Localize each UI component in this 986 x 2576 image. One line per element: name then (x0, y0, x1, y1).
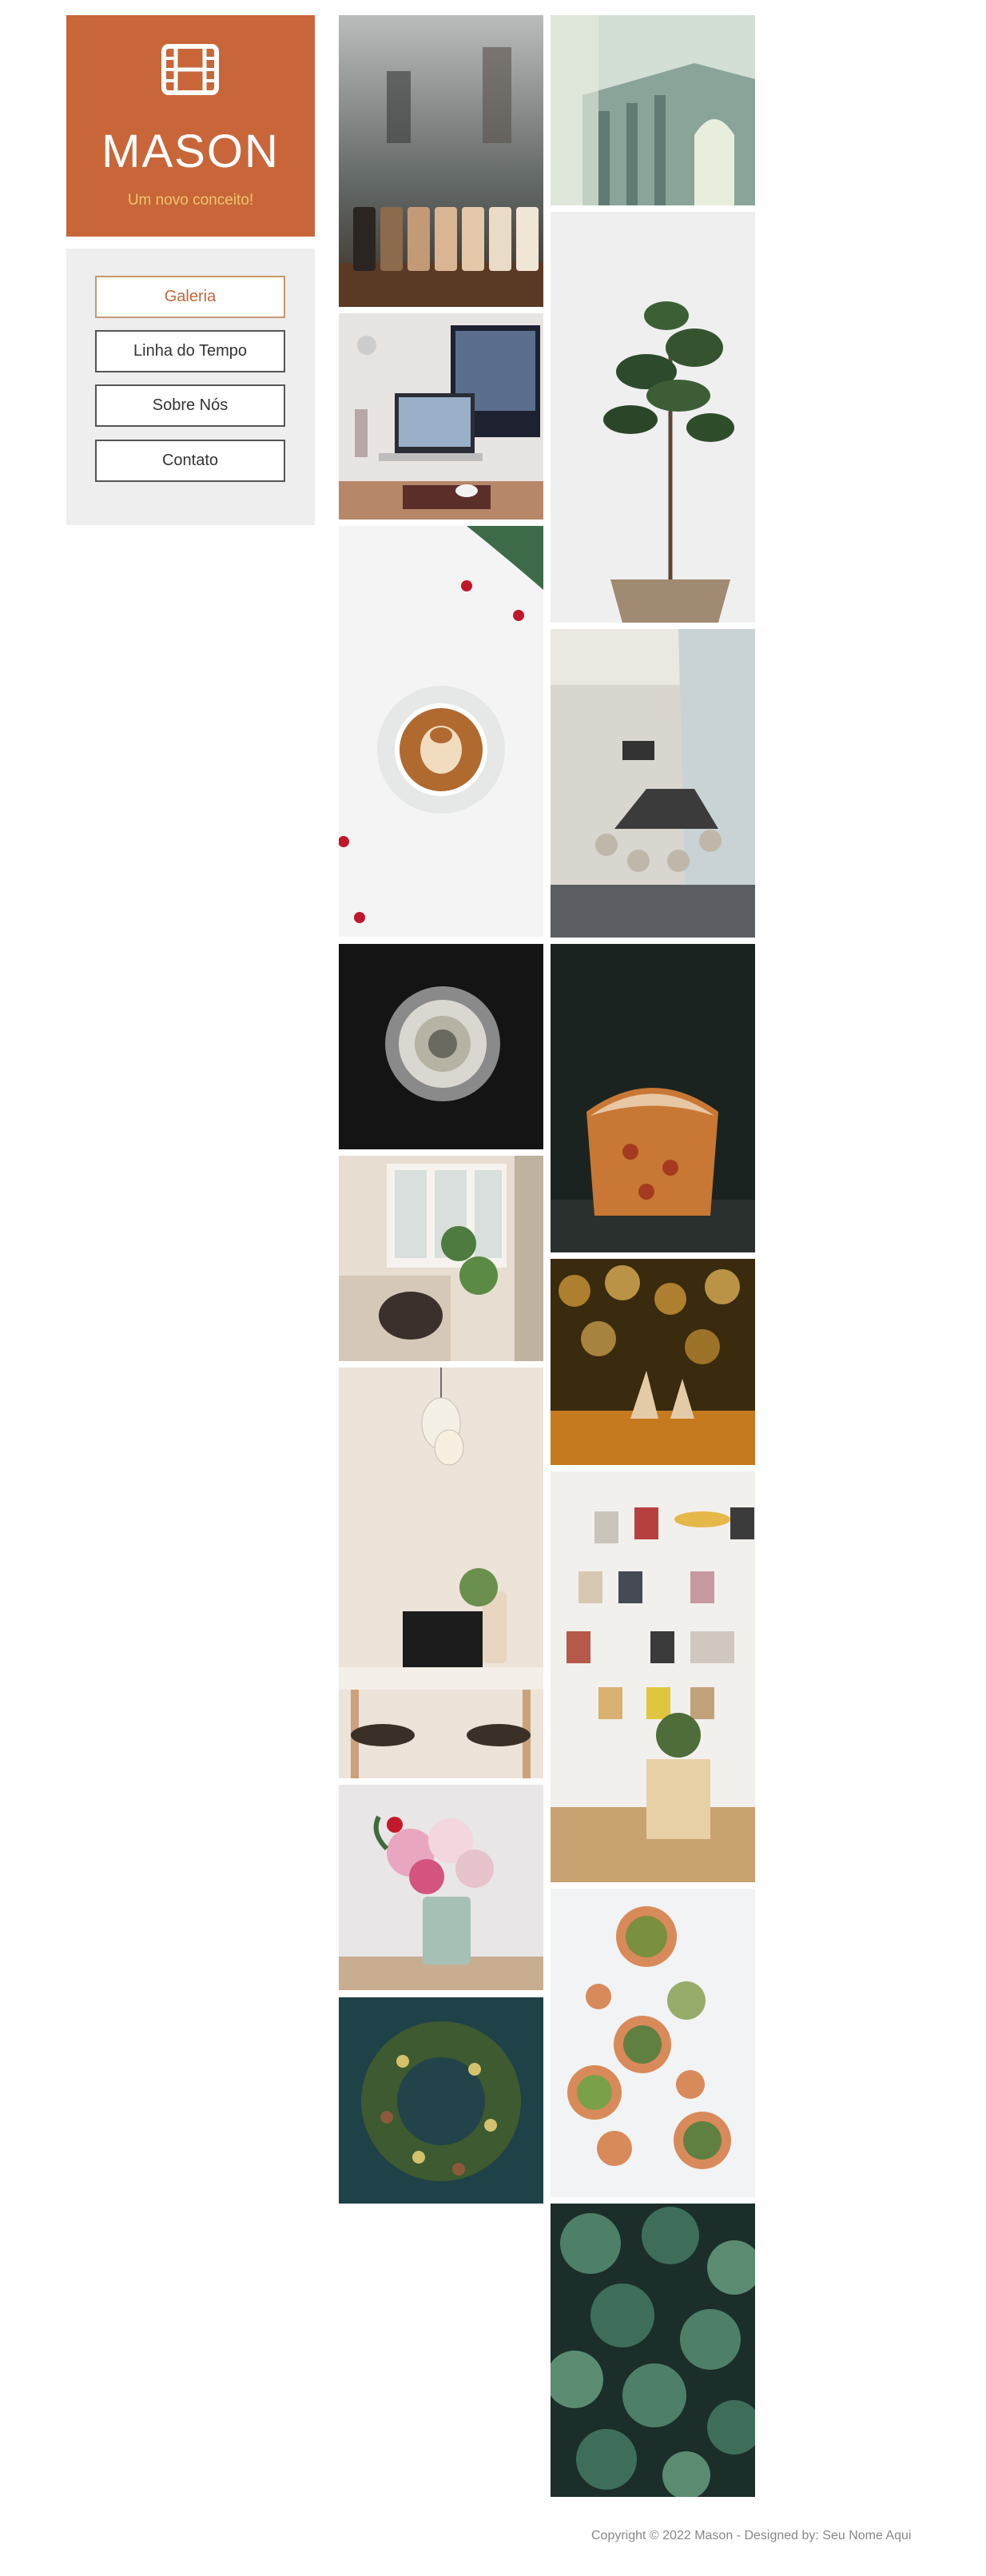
lamp-laptop-desk-photo[interactable] (339, 1368, 543, 1778)
white-rose-photo[interactable] (339, 944, 543, 1149)
classical-building-photo[interactable] (551, 15, 755, 205)
plant-in-basket-photo[interactable] (551, 212, 755, 623)
nav-menu: Galeria Linha do Tempo Sobre Nós Contato (66, 249, 315, 525)
nav-linha-do-tempo-button[interactable]: Linha do Tempo (95, 330, 285, 372)
latte-art-photo[interactable] (339, 526, 543, 937)
flower-vase-photo[interactable] (339, 1785, 543, 1990)
coffee-jars-photo[interactable] (339, 15, 543, 307)
conference-room-photo[interactable] (551, 629, 755, 938)
site-tagline: Um novo conceito! (127, 192, 254, 209)
green-wreath-photo[interactable] (339, 1997, 543, 2204)
desk-computers-photo[interactable] (339, 313, 543, 520)
brand-header: MASON Um novo conceito! (66, 15, 315, 237)
succulent-pots-photo[interactable] (551, 1889, 755, 2197)
succulent-pattern-photo[interactable] (551, 2204, 755, 2497)
footer-copyright: Copyright © 2022 Mason - Designed by: Se… (591, 2529, 912, 2542)
pinned-cards-kitchen-photo[interactable] (551, 1471, 755, 1882)
film-icon (161, 44, 219, 95)
bokeh-figurines-photo[interactable] (551, 1259, 755, 1465)
nav-sobre-nos-button[interactable]: Sobre Nós (95, 384, 285, 427)
nav-contato-button[interactable]: Contato (95, 440, 285, 482)
panettone-photo[interactable] (551, 944, 755, 1252)
bedroom-window-photo[interactable] (339, 1156, 543, 1361)
site-title: MASON (101, 125, 280, 177)
nav-galeria-button[interactable]: Galeria (95, 276, 285, 318)
page: MASON Um novo conceito! Galeria Linha do… (0, 0, 986, 2576)
